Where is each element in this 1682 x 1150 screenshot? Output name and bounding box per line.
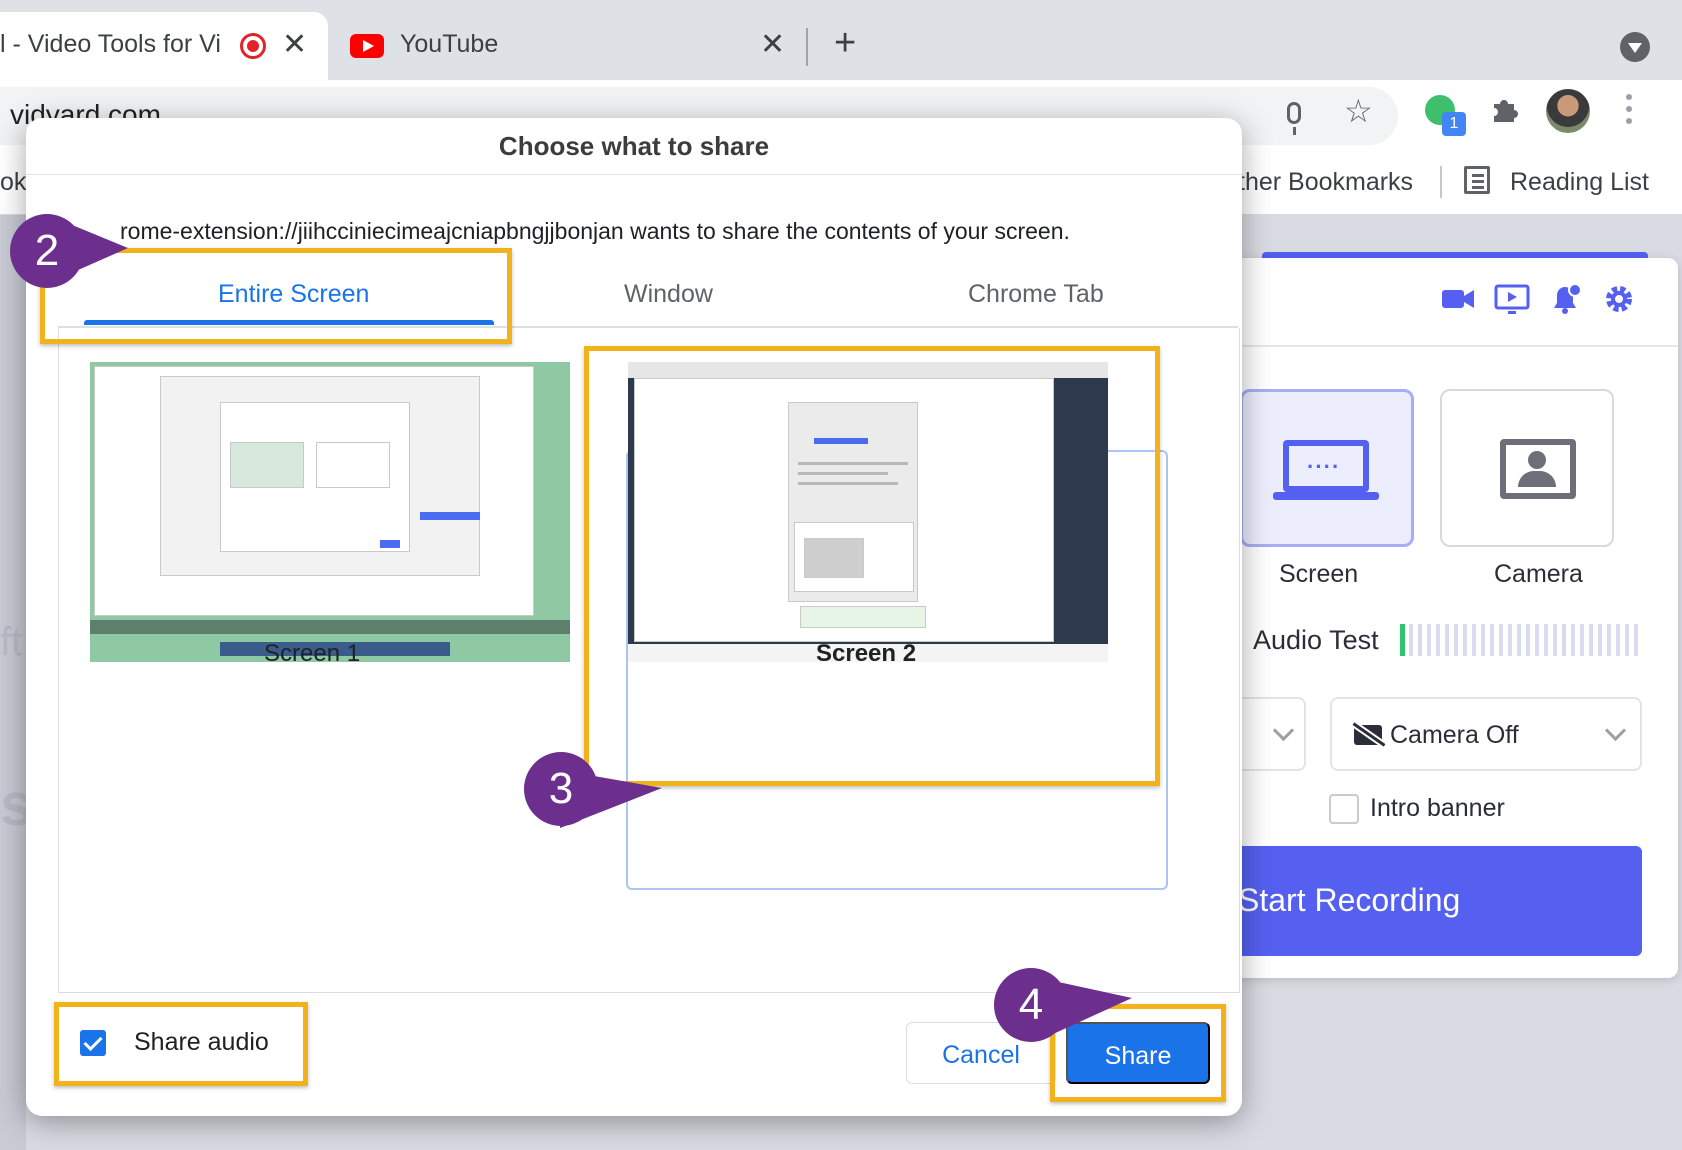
dialog-title: Choose what to share [26, 118, 1242, 175]
audio-test-label: Audio Test [1253, 625, 1379, 655]
extension-badge: 1 [1442, 112, 1466, 136]
tab-title: l - Video Tools for Vi [0, 30, 221, 58]
tab-window[interactable]: Window [624, 280, 713, 309]
thumb-button [420, 512, 480, 520]
bookmark-item[interactable]: ok [0, 168, 26, 197]
thumb-preview [316, 442, 390, 488]
highlight-screen-2 [584, 346, 1160, 786]
tab-vidyard[interactable]: l - Video Tools for Vi ✕ [0, 12, 328, 80]
camera-off-icon [1354, 725, 1382, 745]
chevron-down-icon [1604, 719, 1627, 742]
tab-chrome-tab[interactable]: Chrome Tab [968, 280, 1104, 309]
webcam-person-icon [1500, 439, 1576, 499]
microphone-icon[interactable] [1287, 102, 1301, 135]
laptop-icon [1283, 440, 1369, 492]
screen-record-icon[interactable] [1494, 282, 1530, 316]
video-camera-icon[interactable] [1440, 282, 1476, 316]
page-left-edge [0, 215, 26, 1150]
audio-level-meter [1400, 624, 1638, 656]
vidyard-header-icons [1440, 282, 1650, 322]
new-tab-button[interactable]: + [834, 24, 856, 62]
highlight-share-audio [54, 1002, 308, 1086]
dialog-message: rome-extension://jiihcciniecimeajcniapbn… [120, 218, 1070, 244]
reading-list-icon[interactable] [1464, 166, 1490, 194]
camera-source-label: Camera [1494, 560, 1583, 588]
thumb-dock [90, 620, 570, 634]
tab-title: YouTube [400, 30, 499, 58]
bookmark-separator [1440, 166, 1442, 198]
screen-source-label: Screen [1279, 560, 1359, 588]
notifications-bell-icon[interactable] [1548, 282, 1584, 316]
tab-youtube[interactable]: YouTube ✕ [340, 12, 800, 80]
intro-banner-label: Intro banner [1370, 794, 1505, 822]
camera-select[interactable]: Camera Off [1330, 697, 1642, 771]
extensions-puzzle-icon[interactable] [1490, 94, 1520, 124]
step-callout-3: 3 [524, 752, 598, 826]
thumb-preview [230, 442, 304, 488]
thumb-button [380, 540, 400, 548]
page-fragment: ft [0, 620, 23, 664]
camera-source-card[interactable] [1440, 389, 1614, 547]
settings-gear-icon[interactable] [1602, 282, 1638, 316]
recording-icon [240, 33, 266, 59]
close-tab-icon[interactable]: ✕ [760, 30, 785, 60]
browser-menu-icon[interactable] [1626, 94, 1634, 126]
close-tab-icon[interactable]: ✕ [282, 30, 307, 60]
laptop-base [1273, 492, 1379, 500]
other-bookmarks[interactable]: ther Bookmarks [1238, 168, 1413, 197]
screen-1-thumbnail[interactable] [90, 362, 570, 662]
reading-list[interactable]: Reading List [1510, 168, 1649, 197]
camera-select-value: Camera Off [1390, 721, 1519, 749]
profile-avatar[interactable] [1546, 89, 1590, 133]
tab-separator [806, 28, 808, 66]
vidyard-divider [1180, 345, 1678, 347]
step-callout-4: 4 [994, 968, 1068, 1042]
chevron-down-icon [1272, 719, 1295, 742]
screen-1-label: Screen 1 [264, 640, 361, 667]
browser-tab-strip: l - Video Tools for Vi ✕ YouTube ✕ + [0, 0, 1682, 80]
intro-banner-checkbox[interactable] [1329, 794, 1359, 824]
start-recording-button[interactable]: Start Recording [1180, 846, 1642, 956]
bookmark-star-icon[interactable]: ☆ [1344, 95, 1373, 127]
step-callout-2: 2 [10, 214, 84, 288]
start-recording-label: Start Recording [1238, 882, 1461, 918]
tab-search-icon[interactable] [1620, 32, 1650, 62]
screen-source-card[interactable] [1240, 389, 1414, 547]
youtube-icon [350, 34, 384, 58]
